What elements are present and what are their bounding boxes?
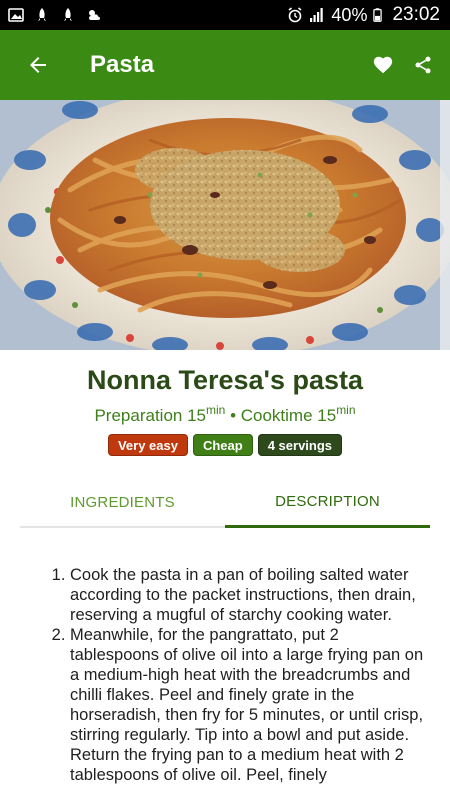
signal-icon: [310, 8, 324, 22]
cost-badge: Cheap: [192, 434, 253, 456]
tab-ingredients[interactable]: INGREDIENTS: [20, 478, 225, 526]
battery-level: 40%: [331, 4, 368, 25]
share-icon: [415, 56, 431, 74]
cook-unit: min: [336, 403, 356, 417]
tab-description[interactable]: DESCRIPTION: [225, 478, 430, 528]
recipe-photo: [0, 100, 450, 350]
app-bar: Pasta: [0, 30, 450, 100]
prep-time: Preparation 15: [94, 406, 206, 425]
recipe-tabs: INGREDIENTS DESCRIPTION: [20, 478, 430, 528]
status-bar-right: 40% 23:02: [287, 4, 440, 26]
weather-icon: [89, 10, 100, 20]
app-bar-actions: [370, 52, 436, 78]
status-time: 23:02: [392, 4, 440, 25]
back-button[interactable]: [8, 30, 68, 100]
page-title: Pasta: [90, 51, 155, 78]
favorite-button[interactable]: [370, 52, 396, 78]
gallery-icon: [8, 8, 24, 22]
status-bar-left-icons: [8, 7, 102, 23]
heart-icon: [373, 56, 393, 74]
prep-unit: min: [206, 403, 226, 417]
alarm-icon: [288, 7, 302, 23]
step-item: Cook the pasta in a pan of boiling salte…: [70, 565, 432, 625]
status-bar: 40% 23:02: [0, 0, 450, 30]
steps-list: Cook the pasta in a pan of boiling salte…: [70, 565, 432, 785]
rocket-icon: [64, 8, 72, 21]
step-item: Meanwhile, for the pangrattato, put 2 ta…: [70, 625, 432, 785]
cook-time: Cooktime 15: [240, 406, 337, 425]
share-button[interactable]: [410, 52, 436, 78]
description-steps: Cook the pasta in a pan of boiling salte…: [0, 565, 450, 785]
recipe-title: Nonna Teresa's pasta: [86, 365, 364, 395]
recipe-timing: Preparation 15min • Cooktime 15min: [0, 403, 450, 426]
recipe-badges: Very easy Cheap 4 servings: [0, 434, 450, 456]
rocket-icon: [38, 8, 46, 21]
back-arrow-icon: [30, 57, 46, 73]
timing-separator: •: [225, 406, 241, 425]
servings-badge: 4 servings: [257, 434, 343, 456]
difficulty-badge: Very easy: [107, 434, 188, 456]
pasta-plate-illustration: [0, 100, 450, 350]
battery-icon: [373, 8, 383, 22]
